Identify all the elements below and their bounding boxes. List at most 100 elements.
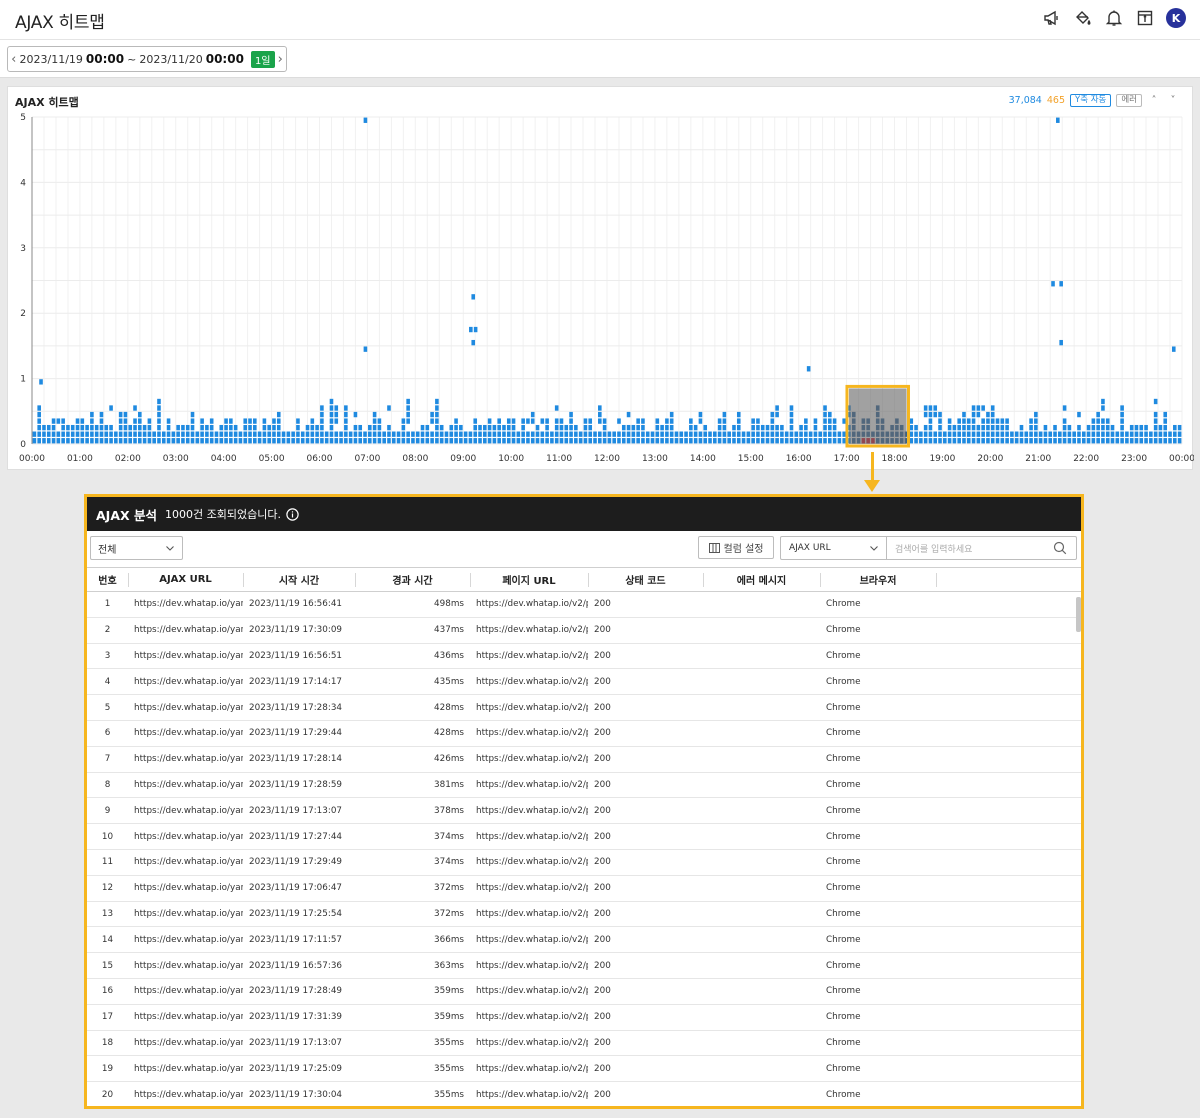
chevron-up-icon[interactable]: ˄ <box>1147 95 1161 106</box>
heatmap-cell <box>971 411 976 418</box>
x-tick-label: 09:00 <box>450 454 476 464</box>
table-row[interactable]: 3 https://dev.whatap.io/yard/2023/11/19 1… <box>87 643 1081 670</box>
x-tick-label: 16:00 <box>786 454 812 464</box>
cell-start: 2023/11/19 17:31:39 <box>243 1004 355 1031</box>
table-row[interactable]: 5 https://dev.whatap.io/yard/2023/11/19 1… <box>87 694 1081 721</box>
table-row[interactable]: 12 https://dev.whatap.io/yard/2023/11/19 … <box>87 875 1081 902</box>
column-header[interactable]: 상태 코드 <box>588 567 703 592</box>
start-date: 2023/11/19 <box>19 52 83 66</box>
table-row[interactable]: 20 https://dev.whatap.io/yard/2023/11/19 … <box>87 1081 1081 1106</box>
heatmap-cell <box>806 366 811 372</box>
heatmap-cell <box>133 431 137 437</box>
column-header[interactable]: 경과 시간 <box>355 567 470 592</box>
heatmap-cell <box>157 411 161 418</box>
avatar[interactable]: K <box>1166 8 1186 28</box>
cell-start: 2023/11/19 17:28:49 <box>243 978 355 1005</box>
chevron-left-icon[interactable]: ‹ <box>8 47 20 71</box>
heatmap-cell <box>37 411 41 418</box>
filter-select[interactable]: 전체 <box>90 536 183 560</box>
heatmap-cell <box>401 438 406 444</box>
heatmap-cell <box>1062 405 1067 411</box>
search-icon[interactable] <box>1053 541 1067 555</box>
paint-bucket-icon[interactable] <box>1073 8 1093 28</box>
table-row[interactable]: 2 https://dev.whatap.io/yard/2023/11/19 1… <box>87 617 1081 644</box>
table-row[interactable]: 8 https://dev.whatap.io/yard/2023/11/19 1… <box>87 772 1081 799</box>
megaphone-icon[interactable] <box>1042 8 1062 28</box>
heatmap-cell <box>530 411 535 418</box>
table-row[interactable]: 18 https://dev.whatap.io/yard/2023/11/19 … <box>87 1030 1081 1057</box>
table-row[interactable]: 6 https://dev.whatap.io/yard/2023/11/19 1… <box>87 720 1081 747</box>
top-icon-group: K <box>1042 8 1186 28</box>
bell-icon[interactable] <box>1104 8 1124 28</box>
heatmap-cell <box>118 418 123 424</box>
heatmap-cell <box>37 438 41 444</box>
date-range-picker[interactable]: ‹ 2023/11/19 00:00 ~ 2023/11/20 00:00 1일… <box>7 46 287 72</box>
cell-dur: 374ms <box>355 849 470 876</box>
cell-url: https://dev.whatap.io/yard/ <box>128 875 243 902</box>
heatmap-cell <box>435 418 439 424</box>
search-type-select[interactable]: AJAX URL <box>780 536 887 560</box>
heatmap-cell <box>123 431 128 437</box>
heatmap-cell <box>80 431 85 437</box>
column-header[interactable]: 번호 <box>87 567 128 592</box>
cell-no: 1 <box>87 591 128 618</box>
heatmap-cell <box>971 405 976 411</box>
cell-dur: 426ms <box>355 746 470 773</box>
heatmap-cell <box>152 431 156 437</box>
heatmap-cell <box>104 424 109 431</box>
info-icon[interactable] <box>286 507 299 521</box>
heatmap-cell <box>828 418 832 424</box>
heatmap-cell <box>1096 418 1100 424</box>
table-scrollbar[interactable] <box>1076 597 1081 632</box>
heatmap-cell <box>1005 424 1009 431</box>
heatmap-cell <box>324 431 329 437</box>
column-header[interactable]: 브라우저 <box>820 567 936 592</box>
y-axis-auto-toggle[interactable]: Y축 자동 <box>1070 94 1112 107</box>
heatmap-cell <box>497 431 501 437</box>
heatmap-cell <box>209 418 214 424</box>
cell-page: https://dev.whatap.io/v2/p <box>470 746 588 773</box>
heatmap-cell <box>775 431 779 437</box>
column-settings-button[interactable]: 컬럼 설정 <box>698 536 774 559</box>
column-header[interactable]: 페이지 URL <box>470 567 588 592</box>
heatmap-cell <box>1110 424 1115 431</box>
calendar-icon[interactable] <box>1135 8 1155 28</box>
heatmap-cell <box>229 418 233 424</box>
heatmap-cell <box>320 405 324 411</box>
heatmap-cell <box>957 418 961 424</box>
heatmap-cell <box>1096 411 1100 418</box>
heatmap-cell <box>190 424 195 431</box>
chevron-right-icon[interactable]: › <box>275 47 287 71</box>
heatmap-cell <box>1010 431 1014 437</box>
table-row[interactable]: 4 https://dev.whatap.io/yard/2023/11/19 1… <box>87 668 1081 696</box>
heatmap-cell <box>923 411 928 418</box>
table-row[interactable]: 19 https://dev.whatap.io/yard/2023/11/19 … <box>87 1055 1081 1083</box>
column-header[interactable]: 에러 메시지 <box>703 567 820 592</box>
table-row[interactable]: 10 https://dev.whatap.io/yard/2023/11/19 … <box>87 823 1081 850</box>
table-row[interactable]: 1 https://dev.whatap.io/yard/2023/11/19 1… <box>87 591 1081 618</box>
table-row[interactable]: 17 https://dev.whatap.io/yard/2023/11/19 … <box>87 1004 1081 1031</box>
error-toggle[interactable]: 에러 <box>1116 94 1142 107</box>
table-row[interactable]: 11 https://dev.whatap.io/yard/2023/11/19 … <box>87 849 1081 876</box>
heatmap-cell <box>262 424 267 431</box>
table-row[interactable]: 15 https://dev.whatap.io/yard/2023/11/19 … <box>87 952 1081 979</box>
table-row[interactable]: 14 https://dev.whatap.io/yard/2023/11/19 … <box>87 926 1081 954</box>
heatmap-cell <box>943 431 947 437</box>
heatmap-chart[interactable]: 0 1 2 3 4 5 00:00 01:00 02:00 03:00 04:00 05:00 06:0… <box>8 87 1194 471</box>
search-input[interactable]: 검색어를 입력하세요 <box>886 536 1077 560</box>
heatmap-cell <box>641 418 645 424</box>
table-row[interactable]: 7 https://dev.whatap.io/yard/2023/11/19 1… <box>87 746 1081 773</box>
chevron-down-icon[interactable]: ˅ <box>1166 95 1180 106</box>
end-date: 2023/11/20 <box>139 52 203 66</box>
heatmap-cell <box>1086 431 1091 437</box>
heatmap-cell <box>420 431 425 437</box>
date-range-text[interactable]: 2023/11/19 00:00 ~ 2023/11/20 00:00 1일 <box>19 50 275 68</box>
column-header[interactable]: 시작 시간 <box>243 567 355 592</box>
heatmap-cell <box>209 424 214 431</box>
table-row[interactable]: 13 https://dev.whatap.io/yard/2023/11/19 … <box>87 901 1081 928</box>
heatmap-cell <box>1005 418 1009 424</box>
column-header[interactable]: AJAX URL <box>128 567 243 592</box>
table-row[interactable]: 16 https://dev.whatap.io/yard/2023/11/19 … <box>87 978 1081 1005</box>
heatmap-cell <box>334 438 339 444</box>
table-row[interactable]: 9 https://dev.whatap.io/yard/2023/11/19 1… <box>87 797 1081 825</box>
